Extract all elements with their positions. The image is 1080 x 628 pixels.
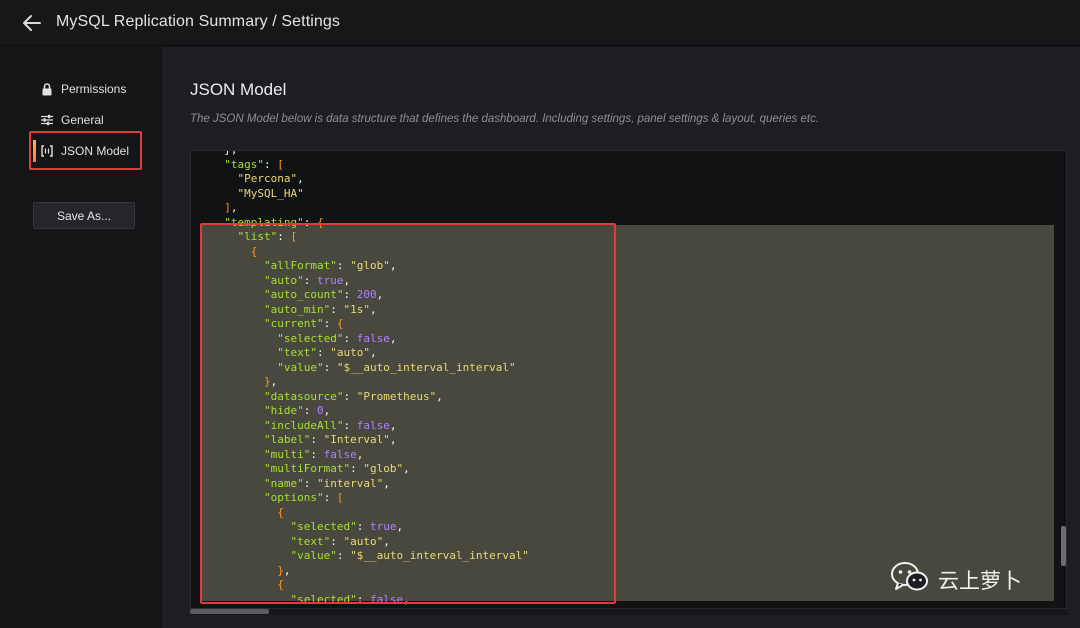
annotation-box-code	[200, 223, 616, 604]
code-line: ],	[211, 201, 529, 216]
section-title: JSON Model	[190, 80, 287, 99]
watermark-text: 云上萝卜	[938, 568, 1022, 593]
code-token: ,	[297, 172, 304, 185]
code-token: ,	[230, 201, 238, 214]
code-token: ]	[224, 201, 231, 214]
code-token: "tags"	[224, 157, 264, 171]
back-arrow-icon[interactable]	[20, 11, 44, 35]
sliders-icon	[40, 113, 54, 127]
code-line: "Percona",	[211, 172, 529, 187]
code-line: "tags": [	[211, 158, 529, 173]
horizontal-scrollbar[interactable]	[190, 609, 269, 614]
code-token: },	[211, 151, 237, 156]
code-token: "Percona"	[237, 172, 298, 185]
wechat-icon	[890, 560, 930, 599]
section-description: The JSON Model below is data structure t…	[190, 113, 820, 125]
code-token: [	[277, 157, 284, 171]
code-token: :	[264, 157, 278, 171]
sidebar-item-label: Permissions	[61, 82, 127, 96]
vertical-scrollbar[interactable]	[1061, 526, 1066, 566]
sidebar-item-label: General	[61, 113, 104, 127]
annotation-box-nav	[29, 131, 142, 170]
horizontal-scrollbar-track	[190, 609, 1067, 615]
top-bar: MySQL Replication Summary / Settings	[0, 0, 1080, 46]
sidebar-item-permissions[interactable]: Permissions	[40, 79, 126, 99]
watermark: 云上萝卜	[890, 560, 1022, 599]
page-title: MySQL Replication Summary / Settings	[56, 13, 340, 30]
code-line: "MySQL_HA"	[211, 187, 529, 202]
code-token: "MySQL_HA"	[237, 186, 304, 200]
lock-icon	[40, 82, 54, 96]
code-line: },	[211, 151, 529, 158]
save-as-button[interactable]: Save As...	[33, 202, 135, 229]
sidebar-item-general[interactable]: General	[40, 110, 104, 130]
